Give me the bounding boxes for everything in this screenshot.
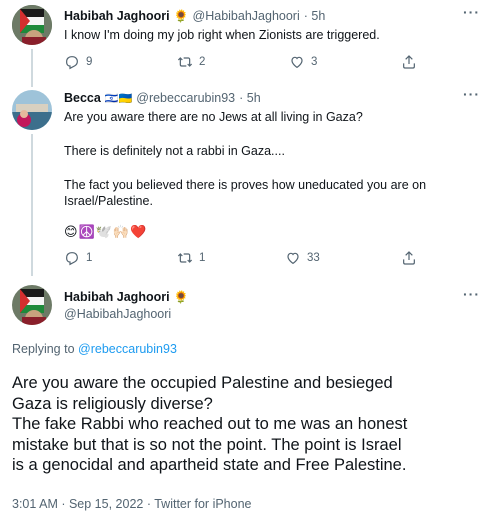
share-icon xyxy=(403,55,415,69)
flag-emojis: 🇮🇱🇺🇦 xyxy=(104,92,133,105)
main-tweet-text: Are you aware the occupied Palestine and… xyxy=(12,373,407,476)
tweet-text: I know I'm doing my job right when Zioni… xyxy=(64,28,380,42)
tweet-timestamp[interactable]: 3:01 AM · Sep 15, 2022 · Twitter for iPh… xyxy=(12,497,252,511)
replying-to: Replying to @rebeccarubin93 xyxy=(12,342,177,356)
avatar[interactable] xyxy=(12,285,52,325)
avatar[interactable] xyxy=(12,90,52,130)
author-name[interactable]: Habibah Jaghoori xyxy=(64,290,170,304)
reply-count: 1 xyxy=(86,252,93,264)
author-handle[interactable]: @rebeccarubin93 xyxy=(136,91,235,105)
reply-button[interactable]: 1 xyxy=(64,250,92,266)
retweet-button[interactable]: 1 xyxy=(177,250,205,266)
author-name[interactable]: Becca xyxy=(64,91,101,105)
like-count: 3 xyxy=(311,56,318,68)
more-options-button[interactable]: ··· xyxy=(463,86,480,102)
main-text-line: Are you aware the occupied Palestine and… xyxy=(12,374,393,392)
more-options-button[interactable]: ··· xyxy=(463,4,480,20)
thread-line xyxy=(31,49,33,87)
share-icon xyxy=(403,251,415,265)
author-name[interactable]: Habibah Jaghoori xyxy=(64,9,170,23)
author-handle[interactable]: @HabibahJaghoori xyxy=(193,9,300,23)
replying-to-handle[interactable]: @rebeccarubin93 xyxy=(78,342,177,356)
retweet-count: 1 xyxy=(199,252,206,264)
avatar[interactable] xyxy=(12,5,52,45)
main-text-line: mistake but that is so not the point. Th… xyxy=(12,435,402,454)
tweet-text-line: Are you aware there are no Jews at all l… xyxy=(64,110,363,124)
reply-count: 9 xyxy=(86,56,93,68)
tweet-text-line: The fact you believed there is proves ho… xyxy=(64,178,427,192)
like-count: 33 xyxy=(307,252,320,264)
heart-icon xyxy=(291,56,303,69)
reply-icon xyxy=(66,56,78,70)
tweet-time[interactable]: · 5h xyxy=(304,9,326,23)
replying-to-label: Replying to xyxy=(12,342,75,356)
retweet-icon xyxy=(177,57,193,67)
tweet-text-line: There is definitely not a rabbi in Gaza.… xyxy=(64,144,285,158)
share-button[interactable] xyxy=(401,54,417,70)
retweet-button[interactable]: 2 xyxy=(177,54,205,70)
like-button[interactable]: 33 xyxy=(285,250,320,266)
share-button[interactable] xyxy=(401,250,417,266)
heart-icon xyxy=(287,252,299,265)
reply-icon xyxy=(66,252,78,266)
sunflower-emoji: 🌻 xyxy=(173,9,189,23)
tweet-text-line: Israel/Palestine. xyxy=(64,194,153,208)
retweet-icon xyxy=(177,253,193,263)
reply-button[interactable]: 9 xyxy=(64,54,92,70)
emoji-row: 😊☮️🕊️🙌🏻❤️ xyxy=(64,224,148,239)
tweet-time[interactable]: · 5h xyxy=(239,91,261,105)
sunflower-emoji: 🌻 xyxy=(173,290,189,304)
retweet-count: 2 xyxy=(199,56,206,68)
more-options-button[interactable]: ··· xyxy=(463,286,480,302)
thread-line xyxy=(31,134,33,276)
main-text-line: The fake Rabbi who reached out to me was… xyxy=(12,415,408,433)
author-handle[interactable]: @HabibahJaghoori xyxy=(64,307,171,321)
main-text-line: is a genocidal and apartheid state and F… xyxy=(12,456,407,474)
like-button[interactable]: 3 xyxy=(289,54,317,70)
main-text-line: Gaza is religiously diverse? xyxy=(12,394,213,413)
